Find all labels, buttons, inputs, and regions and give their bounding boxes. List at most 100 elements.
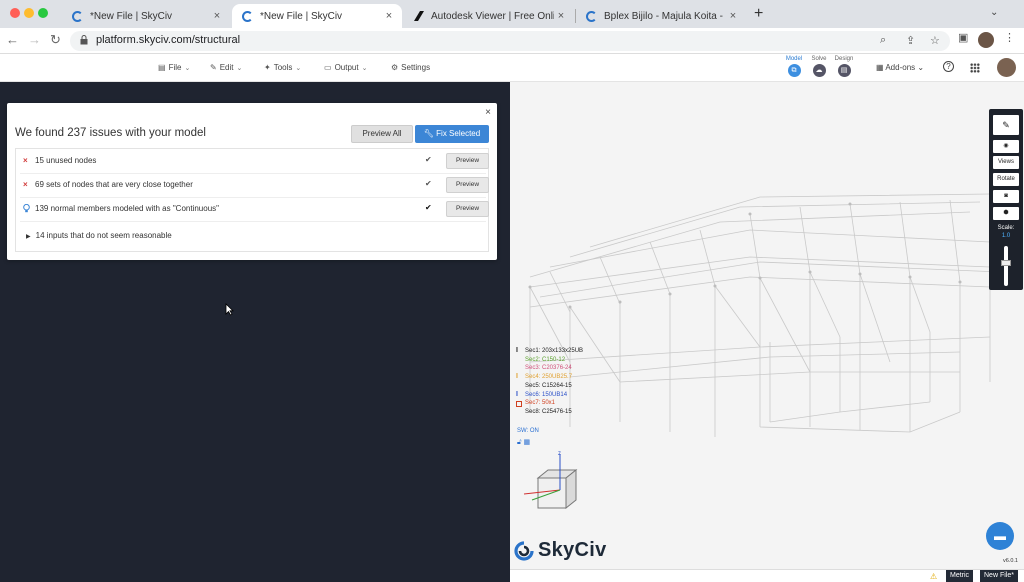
forward-arrow-icon[interactable]: → bbox=[28, 32, 41, 47]
axis-orientation-cube[interactable]: z bbox=[518, 450, 584, 520]
self-weight-status[interactable]: SW: ON bbox=[517, 428, 539, 434]
mode-design[interactable]: Design ▤ bbox=[832, 56, 856, 77]
zoom-window-button[interactable] bbox=[38, 8, 48, 18]
model-viewport[interactable] bbox=[510, 82, 1024, 582]
model-mode-icon: ⧉ bbox=[787, 64, 801, 77]
browser-menu-icon[interactable]: ⋮ bbox=[1004, 31, 1015, 44]
pencil-icon[interactable]: ✎ bbox=[993, 115, 1019, 135]
zoom-search-icon[interactable]: ⌕ bbox=[880, 34, 886, 47]
section-legend-item[interactable]: Sec7: 50x1 bbox=[516, 399, 583, 408]
collapsed-issues-group[interactable]: ▶ 14 inputs that do not seem reasonable bbox=[26, 231, 172, 240]
autodesk-favicon-icon bbox=[414, 11, 424, 21]
minimize-window-button[interactable] bbox=[24, 8, 34, 18]
add-ons-menu[interactable]: ▦ Add-ons ⌄ bbox=[876, 63, 924, 72]
share-icon[interactable]: ⇪ bbox=[906, 34, 915, 47]
mode-solve[interactable]: Solve ☁ bbox=[807, 56, 831, 77]
issue-preview-button[interactable]: Preview bbox=[446, 201, 489, 217]
tab-title: *New File | SkyCiv bbox=[90, 10, 173, 22]
viewport-lock-controls[interactable]: 🔓︎ ▦ bbox=[517, 438, 530, 447]
issues-list: × 15 unused nodes ✔ Preview × 69 sets of… bbox=[15, 148, 489, 252]
issue-preview-button[interactable]: Preview bbox=[446, 177, 489, 193]
app-menu-bar: ▤ File ⌄ ✎ Edit ⌄ ✦ Tools ⌄ ▭ Output ⌄ ⚙… bbox=[0, 54, 1024, 82]
file-menu[interactable]: ▤ File ⌄ bbox=[158, 63, 190, 72]
checkmark-icon[interactable]: ✔ bbox=[425, 155, 432, 164]
lightbulb-icon bbox=[23, 203, 30, 215]
edit-menu[interactable]: ✎ Edit ⌄ bbox=[210, 63, 242, 72]
gear-icon: ⚙ bbox=[391, 63, 399, 72]
chevron-down-icon: ⌄ bbox=[236, 64, 243, 72]
preview-all-button[interactable]: Preview All bbox=[351, 125, 413, 143]
warning-icon[interactable]: ⚠ bbox=[930, 572, 937, 581]
tab-title: Autodesk Viewer | Free Online bbox=[431, 10, 554, 22]
close-window-button[interactable] bbox=[10, 8, 20, 18]
issue-row[interactable]: × 15 unused nodes ✔ Preview bbox=[16, 149, 490, 172]
section-shape-icon bbox=[516, 366, 522, 372]
browser-tab-2-active[interactable]: *New File | SkyCiv × bbox=[232, 4, 402, 28]
file-name-button[interactable]: New File* bbox=[980, 570, 1018, 582]
design-mode-icon: ▤ bbox=[837, 64, 851, 77]
help-icon[interactable]: ? bbox=[943, 61, 954, 72]
section-legend-item[interactable]: I Sec4: 250UB25.7 bbox=[516, 373, 583, 382]
checkmark-icon[interactable]: ✔ bbox=[425, 179, 432, 188]
section-legend-item[interactable]: I Sec6: 150UB14 bbox=[516, 391, 583, 400]
issue-row[interactable]: 139 normal members modeled with as "Cont… bbox=[16, 197, 490, 220]
url-text[interactable]: platform.skyciv.com/structural bbox=[96, 34, 240, 46]
skyciv-favicon-icon bbox=[72, 10, 83, 22]
output-menu[interactable]: ▭ Output ⌄ bbox=[324, 63, 367, 72]
scale-slider[interactable] bbox=[1004, 246, 1008, 286]
sidebar-panel-icon[interactable]: ▣ bbox=[958, 31, 968, 44]
section-legend-item[interactable]: Sec5: C15264-15 bbox=[516, 382, 583, 391]
camera-icon[interactable]: ◙ bbox=[993, 190, 1019, 203]
back-arrow-icon[interactable]: ← bbox=[6, 32, 19, 47]
chevron-down-icon: ⌄ bbox=[361, 64, 368, 72]
tab-close-icon[interactable]: × bbox=[210, 10, 224, 22]
views-button[interactable]: Views bbox=[993, 156, 1019, 169]
section-label: Sec2: C150-12 bbox=[525, 356, 566, 363]
apps-grid-icon[interactable] bbox=[970, 63, 980, 73]
tab-close-icon[interactable]: × bbox=[382, 10, 396, 22]
fix-selected-button[interactable]: 🔧︎ Fix Selected bbox=[415, 125, 489, 143]
section-legend-item[interactable]: Sec8: C25476-15 bbox=[516, 408, 583, 417]
tab-close-icon[interactable]: × bbox=[554, 10, 568, 22]
settings-menu-label: Settings bbox=[401, 63, 431, 72]
browser-profile-avatar[interactable] bbox=[978, 32, 994, 48]
omnibox[interactable]: platform.skyciv.com/structural ⌕ ⇪ ☆ bbox=[70, 31, 950, 51]
settings-menu[interactable]: ⚙ Settings bbox=[391, 63, 430, 72]
scale-label: Scale: bbox=[997, 225, 1015, 231]
tab-close-icon[interactable]: × bbox=[726, 10, 740, 22]
section-legend-item[interactable]: Sec2: C150-12 bbox=[516, 356, 583, 365]
grid-toggle-icon[interactable]: ▦ bbox=[524, 439, 531, 446]
reload-icon[interactable]: ↻ bbox=[50, 32, 61, 48]
pencil-icon: ✎ bbox=[210, 63, 217, 72]
viewport-toolbar: ✎ ◉ Views Rotate ◙ ⬢ Scale: 1.0 bbox=[989, 109, 1023, 290]
section-legend-item[interactable]: Sec3: C20376-24 bbox=[516, 364, 583, 373]
section-shape-icon bbox=[516, 357, 522, 363]
section-label: Sec1: 203x133x25UB bbox=[525, 348, 584, 354]
chat-support-icon[interactable]: ▬ bbox=[986, 522, 1014, 550]
section-shape-icon bbox=[516, 409, 522, 415]
eye-icon[interactable]: ◉ bbox=[993, 140, 1019, 153]
checkmark-icon[interactable]: ✔ bbox=[425, 203, 432, 212]
browser-tab-3[interactable]: Autodesk Viewer | Free Online × bbox=[404, 4, 574, 28]
browser-tab-4[interactable]: Bplex Bijilo - Majula Koita - bfo × bbox=[576, 4, 746, 28]
issue-row[interactable]: × 69 sets of nodes that are very close t… bbox=[16, 173, 490, 196]
tab-search-chevron-icon[interactable]: ⌄ bbox=[990, 7, 998, 18]
issue-preview-button[interactable]: Preview bbox=[446, 153, 489, 169]
bookmark-star-icon[interactable]: ☆ bbox=[930, 34, 940, 47]
issue-text: 69 sets of nodes that are very close tog… bbox=[35, 180, 193, 189]
user-avatar[interactable] bbox=[997, 58, 1016, 77]
cube-icon[interactable]: ⬢ bbox=[993, 207, 1019, 220]
tools-menu[interactable]: ✦ Tools ⌄ bbox=[264, 63, 301, 72]
mode-model[interactable]: Model ⧉ bbox=[782, 56, 806, 77]
dialog-close-icon[interactable]: × bbox=[485, 107, 491, 118]
units-button[interactable]: Metric bbox=[946, 570, 974, 582]
chevron-down-icon: ⌄ bbox=[295, 64, 302, 72]
scale-slider-handle[interactable] bbox=[1001, 260, 1011, 266]
browser-tab-1[interactable]: *New File | SkyCiv × bbox=[62, 4, 230, 28]
section-legend-item[interactable]: I Sec1: 203x133x25UB bbox=[516, 347, 583, 356]
section-label: Sec7: 50x1 bbox=[525, 400, 556, 407]
caret-right-icon: ▶ bbox=[26, 234, 31, 240]
new-tab-button[interactable]: + bbox=[754, 5, 763, 23]
unlock-icon[interactable]: 🔓︎ bbox=[517, 439, 522, 446]
rotate-button[interactable]: Rotate bbox=[993, 173, 1019, 186]
